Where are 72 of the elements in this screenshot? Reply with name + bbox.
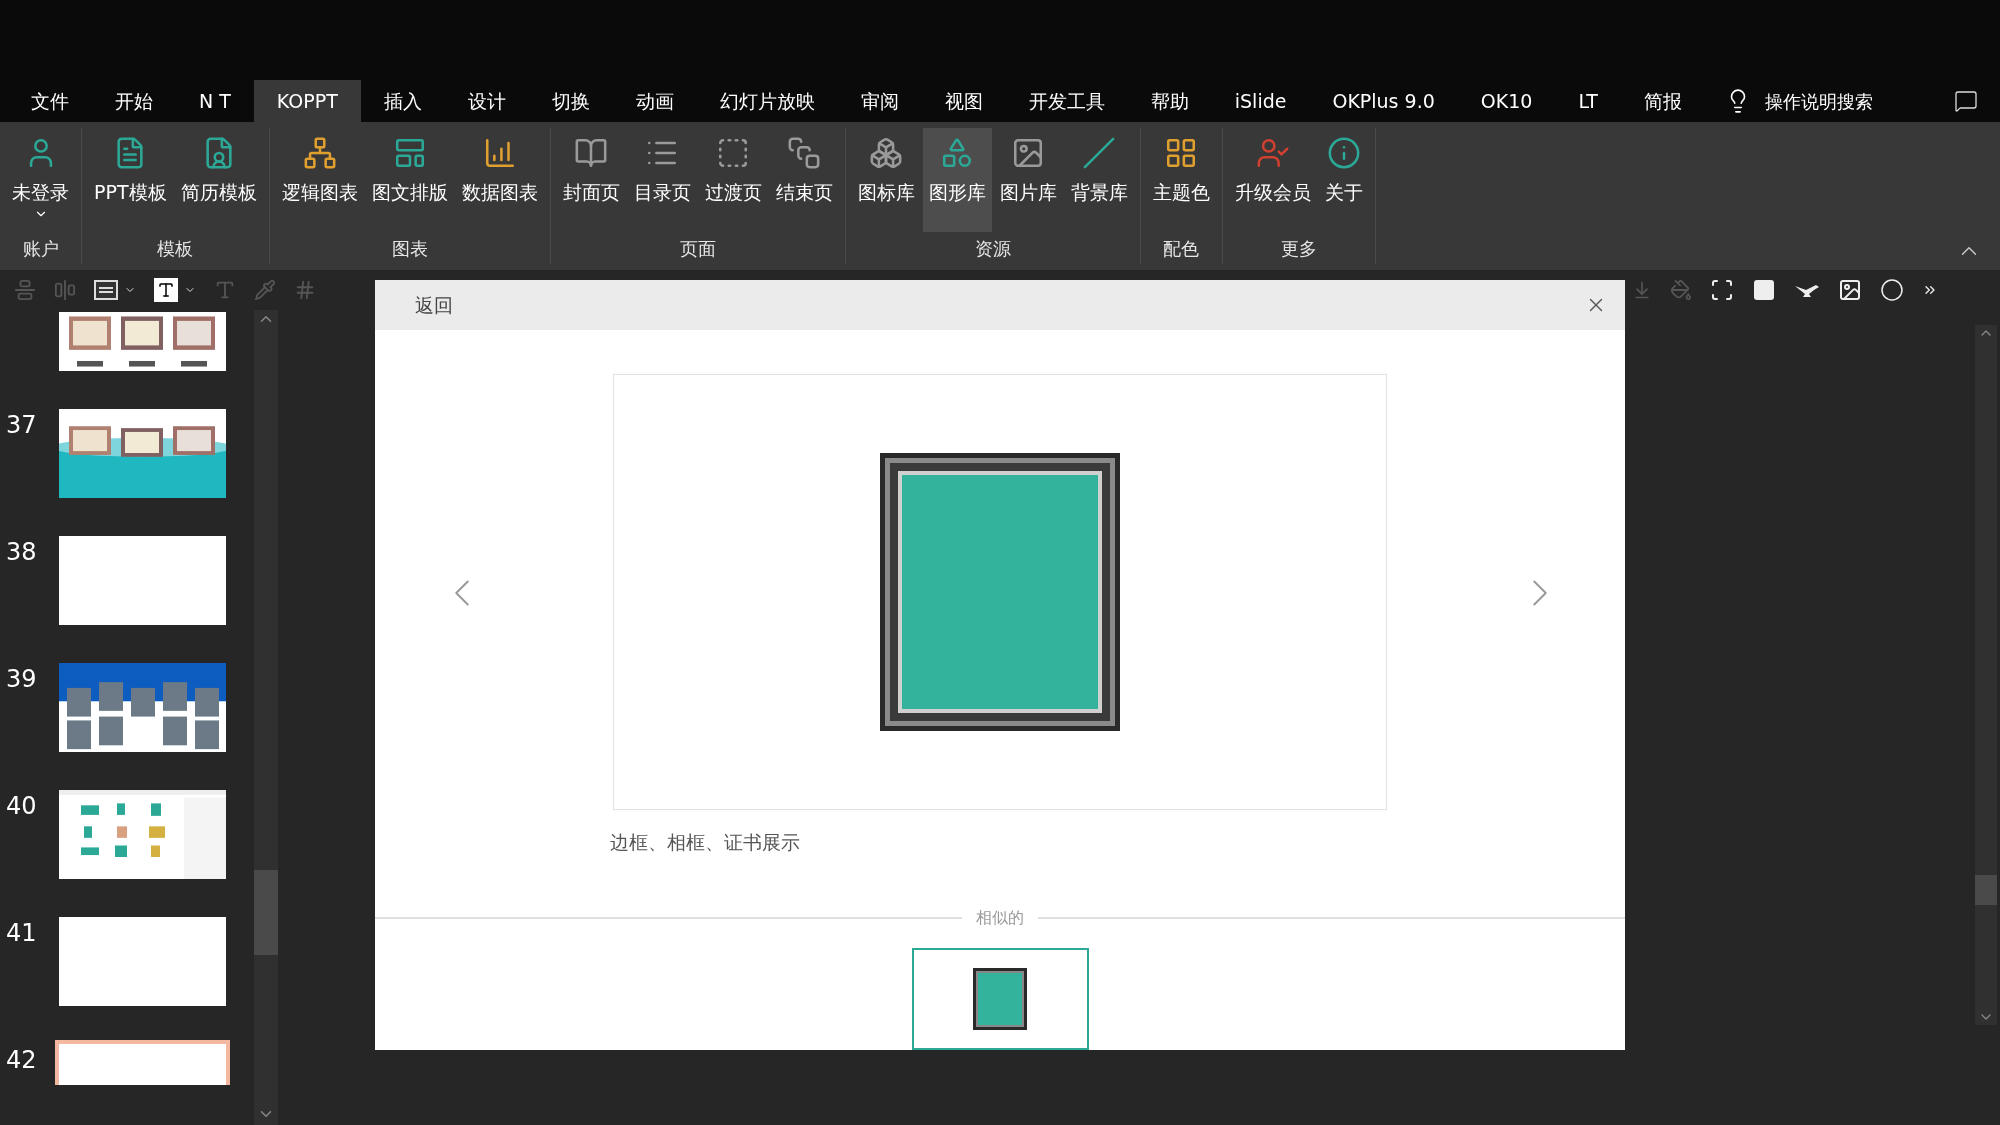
menu-tab[interactable]: 动画 xyxy=(612,80,697,122)
ribbon-button[interactable]: 简历模板 xyxy=(174,128,263,232)
ribbon-button[interactable]: 图形库 xyxy=(922,128,992,232)
group-label: 模板 xyxy=(156,237,195,261)
ribbon-button[interactable]: 图文排版 xyxy=(365,128,454,232)
text-box-icon[interactable] xyxy=(94,280,118,300)
menu-tab[interactable]: N T xyxy=(176,80,254,122)
slide-number: 42 xyxy=(6,1046,37,1074)
ribbon-button[interactable]: 结束页 xyxy=(769,128,839,232)
menu-tab[interactable]: 文件 xyxy=(8,80,92,122)
back-link[interactable]: 返回 xyxy=(415,290,453,319)
hierarchy-icon xyxy=(302,136,337,170)
circle-icon[interactable] xyxy=(1880,278,1904,302)
image-icon[interactable] xyxy=(1838,278,1862,302)
ribbon-button[interactable]: 背景库 xyxy=(1064,128,1134,232)
ribbon-button[interactable]: 图标库 xyxy=(851,128,921,232)
menu-tab[interactable]: OKPlus 9.0 xyxy=(1309,80,1458,122)
ribbon-button[interactable]: 数据图表 xyxy=(455,128,544,232)
search-label[interactable]: 操作说明搜索 xyxy=(1764,87,1873,115)
ribbon-button[interactable]: 图片库 xyxy=(993,128,1063,232)
ribbon-button[interactable]: 封面页 xyxy=(556,128,626,232)
ribbon-button[interactable]: PPT模板 xyxy=(88,128,173,232)
frame-icon xyxy=(973,968,1027,1030)
ribbon-button[interactable]: 目录页 xyxy=(627,128,697,232)
lamp-icon[interactable] xyxy=(1794,282,1820,298)
ribbon-button[interactable]: 未登录 xyxy=(6,128,75,232)
menu-tab[interactable]: 开始 xyxy=(92,80,176,122)
comment-icon[interactable] xyxy=(1954,89,1978,113)
slide-number: 41 xyxy=(6,919,37,947)
slide-thumbnail[interactable] xyxy=(57,915,228,1008)
group-label: 资源 xyxy=(973,237,1012,261)
group-label: 更多 xyxy=(1279,237,1318,261)
section-label: 相似的 xyxy=(975,907,1025,929)
similar-thumbnail[interactable] xyxy=(911,948,1089,1050)
menu-tab[interactable]: 设计 xyxy=(444,80,529,122)
menu-tab[interactable]: 帮助 xyxy=(1127,80,1212,122)
menu-tab[interactable]: KOPPT xyxy=(253,80,361,122)
menu-tab[interactable]: 视图 xyxy=(921,80,1006,122)
fit-icon[interactable] xyxy=(1710,278,1734,302)
menu-tab[interactable]: 简报 xyxy=(1620,80,1705,122)
slide-number: 37 xyxy=(6,411,37,439)
caption: 边框、相框、证书展示 xyxy=(610,829,801,855)
member-icon xyxy=(1255,136,1290,170)
scroll-thumb[interactable] xyxy=(1975,875,1997,905)
ribbon-button[interactable]: 升级会员 xyxy=(1228,128,1317,232)
ribbon-button[interactable]: 逻辑图表 xyxy=(275,128,364,232)
scrollbar[interactable] xyxy=(254,310,278,1125)
text-direction-icon[interactable] xyxy=(154,278,178,302)
menu-tab[interactable]: LT xyxy=(1555,80,1621,122)
cubes-icon xyxy=(869,136,904,170)
scrollbar[interactable] xyxy=(1975,325,1997,1025)
scroll-thumb[interactable] xyxy=(254,870,278,955)
menu-tab[interactable]: 切换 xyxy=(528,80,613,122)
slide-number: 38 xyxy=(6,538,37,566)
menu-tab[interactable]: OK10 xyxy=(1457,80,1556,122)
group-label: 页面 xyxy=(678,237,717,261)
square-icon[interactable] xyxy=(1752,278,1776,302)
group-label: 图表 xyxy=(390,237,429,261)
info-icon xyxy=(1326,136,1361,170)
menu-tab[interactable]: 开发工具 xyxy=(1005,80,1128,122)
menu-tab[interactable]: 审阅 xyxy=(837,80,922,122)
ribbon-button[interactable]: 过渡页 xyxy=(698,128,768,232)
slide-number: 39 xyxy=(6,665,37,693)
slide-number: 40 xyxy=(6,792,37,820)
menu-tab[interactable]: iSlide xyxy=(1211,80,1310,122)
slide-thumbnail[interactable] xyxy=(57,534,228,627)
menu-tab[interactable]: 插入 xyxy=(360,80,445,122)
menu-tab[interactable]: 幻灯片放映 xyxy=(696,80,838,122)
ribbon-button[interactable]: 主题色 xyxy=(1146,128,1216,232)
group-label: 配色 xyxy=(1162,237,1201,261)
ribbon-button[interactable]: 关于 xyxy=(1318,128,1369,232)
group-label: 账户 xyxy=(21,237,60,261)
